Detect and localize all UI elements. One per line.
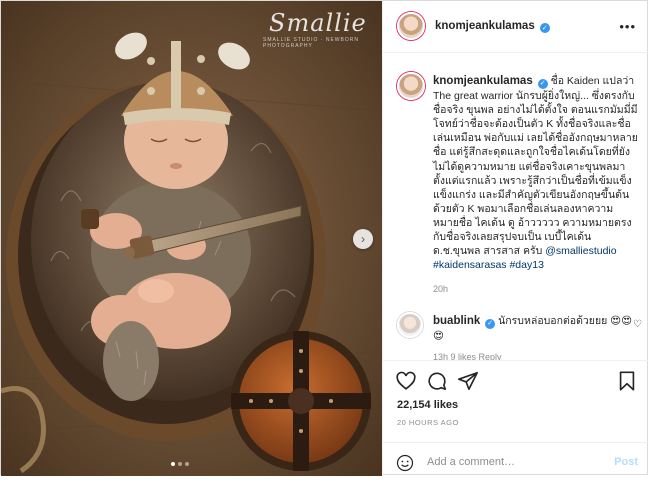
comment-bubble-icon[interactable] — [426, 370, 448, 392]
photo-watermark: Smallie — [269, 9, 367, 37]
comment-item: buablink ✓ นักรบหล่อบอกต่อด้วยยย 😍😍😍 — [433, 314, 633, 343]
caption-text: ชื่อ Kaiden แปลว่า The great warrior นัก… — [433, 75, 638, 258]
caption-username[interactable]: knomjeankulamas — [433, 75, 533, 87]
carousel-dot — [178, 462, 182, 466]
author-name-row: knomjeankulamas ✓ — [435, 20, 550, 33]
carousel-dot — [185, 462, 189, 466]
like-heart-icon[interactable] — [395, 370, 417, 392]
newborn-warrior-photo — [1, 1, 382, 476]
likes-count[interactable]: 22,154 likes — [397, 399, 458, 411]
chevron-right-icon: › — [361, 232, 365, 246]
share-send-icon[interactable] — [457, 370, 479, 392]
comments-section: knomjeankulamas ✓ ชื่อ Kaiden แปลว่า The… — [383, 54, 648, 360]
more-options-icon[interactable]: ••• — [619, 19, 636, 34]
carousel-dot-active — [171, 462, 175, 466]
comment-meta: 13h 9 likes Reply — [433, 352, 502, 360]
verified-badge-icon: ✓ — [537, 79, 548, 90]
save-bookmark-icon[interactable] — [616, 370, 638, 392]
caption-author-avatar[interactable] — [397, 72, 425, 100]
post-header: knomjeankulamas ✓ ••• — [383, 1, 648, 53]
post-actions: 22,154 likes 20 HOURS AGO Post — [383, 360, 648, 480]
verified-badge-icon: ✓ — [539, 23, 550, 33]
post-panel: knomjeankulamas ✓ ••• knomjeankulamas ✓ … — [382, 1, 648, 476]
verified-badge-icon: ✓ — [485, 319, 496, 329]
caption-time: 20h — [433, 284, 449, 294]
emoji-icon[interactable] — [396, 454, 414, 472]
author-avatar[interactable] — [397, 12, 425, 40]
author-username[interactable]: knomjeankulamas — [435, 20, 535, 32]
add-comment-bar: Post — [383, 442, 648, 482]
photo-watermark-subtitle: SMALLIE STUDIO · NEWBORN PHOTOGRAPHY — [263, 37, 359, 49]
carousel-indicator — [171, 462, 189, 466]
instagram-post: Smallie SMALLIE STUDIO · NEWBORN PHOTOGR… — [0, 0, 648, 476]
post-caption: knomjeankulamas ✓ ชื่อ Kaiden แปลว่า The… — [433, 74, 638, 272]
carousel-next-button[interactable]: › — [353, 229, 373, 249]
commenter-username[interactable]: buablink — [433, 315, 480, 327]
post-photo[interactable]: Smallie SMALLIE STUDIO · NEWBORN PHOTOGR… — [1, 1, 382, 476]
comment-input[interactable] — [427, 452, 597, 472]
commenter-avatar[interactable] — [397, 312, 423, 338]
post-timestamp: 20 HOURS AGO — [397, 418, 459, 427]
comment-like-icon[interactable]: ♡ — [633, 319, 642, 330]
post-comment-button[interactable]: Post — [614, 456, 638, 468]
